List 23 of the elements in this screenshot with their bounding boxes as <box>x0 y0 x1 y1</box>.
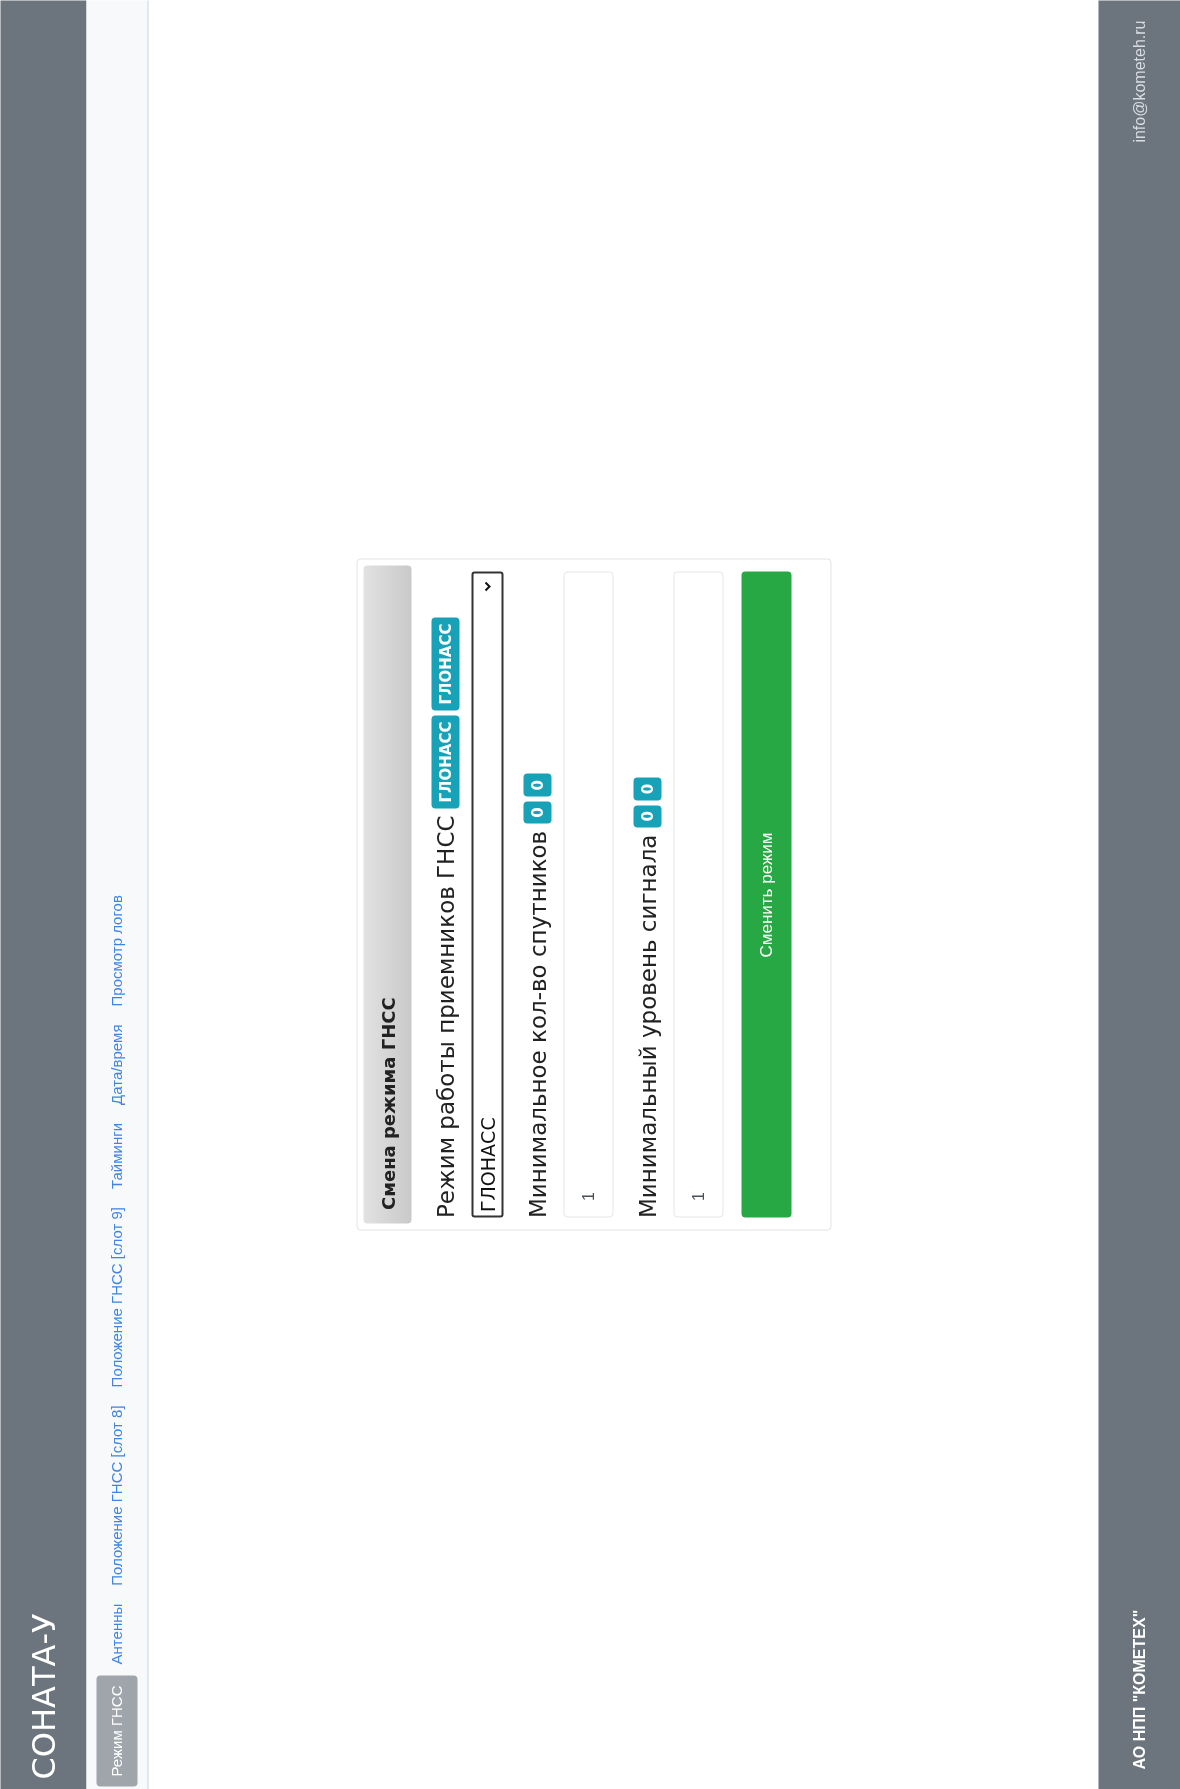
badge: 0 <box>522 773 552 796</box>
change-mode-button[interactable]: Сменить режим <box>741 571 791 1218</box>
field-label: Минимальный уровень сигнала <box>632 834 662 1218</box>
nav-link[interactable]: Просмотр логов <box>96 887 137 1013</box>
select-field[interactable]: ГЛОНАСС <box>471 571 503 1218</box>
nav-link[interactable]: Дата/время <box>96 1017 137 1112</box>
field-label: Минимальное кол-во спутников <box>522 830 552 1218</box>
site-title: СОНАТА-У <box>23 1613 63 1779</box>
nav-link[interactable]: Положение ГНСС [слот 8] <box>96 1397 137 1593</box>
badge: 0 <box>632 777 662 800</box>
field-label: Режим работы приемников ГНСС <box>430 815 460 1218</box>
card-title: Смена режима ГНСС <box>375 996 400 1210</box>
company-name: АО НПП "КОМЕТЕХ" <box>1129 1609 1148 1769</box>
nav-link[interactable]: Положение ГНСС [слот 9] <box>96 1199 137 1394</box>
nav-link[interactable]: Тайминги <box>96 1115 137 1196</box>
badge: 0 <box>632 804 662 828</box>
badge: 0 <box>522 800 552 824</box>
nav-link[interactable]: Антенны <box>96 1596 137 1671</box>
badge: ГЛОНАСС <box>430 715 460 808</box>
email-text: info@kometeh.ru <box>1129 20 1148 143</box>
chevron-down-icon <box>483 581 491 592</box>
nav-link[interactable]: Режим ГНСС <box>96 1674 137 1786</box>
badge: ГЛОНАСС <box>430 617 460 711</box>
